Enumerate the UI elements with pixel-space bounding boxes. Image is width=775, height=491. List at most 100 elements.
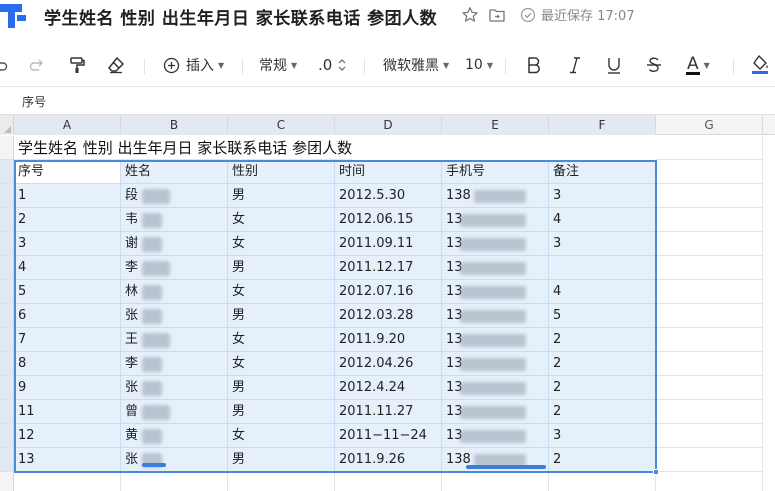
grid-cell[interactable] — [656, 352, 763, 376]
table-cell[interactable]: 男 — [228, 184, 335, 208]
table-cell[interactable]: 女 — [228, 328, 335, 352]
move-to-folder-icon[interactable] — [488, 6, 506, 24]
column-header-a[interactable]: A — [14, 115, 121, 135]
grid-cell[interactable] — [656, 280, 763, 304]
table-cell[interactable]: 女 — [228, 208, 335, 232]
row-header[interactable] — [0, 136, 14, 160]
header-cell[interactable]: 时间 — [335, 160, 442, 184]
table-cell[interactable]: 黄 — [121, 424, 228, 448]
row-header[interactable] — [0, 424, 14, 448]
table-cell[interactable]: 张 — [121, 376, 228, 400]
grid-cell[interactable] — [442, 472, 549, 491]
table-cell[interactable]: 男 — [228, 256, 335, 280]
underline-button[interactable] — [606, 50, 622, 80]
table-cell[interactable]: 2 — [549, 352, 656, 376]
table-cell[interactable]: 2011.11.27 — [335, 400, 442, 424]
grid-cell[interactable] — [656, 376, 763, 400]
row-header[interactable] — [0, 208, 14, 232]
font-size-dropdown[interactable]: 10 ▼ — [465, 50, 493, 80]
header-cell[interactable]: 姓名 — [121, 160, 228, 184]
header-cell[interactable]: 手机号 — [442, 160, 549, 184]
table-cell[interactable]: 2011.09.11 — [335, 232, 442, 256]
table-cell[interactable]: 2012.06.15 — [335, 208, 442, 232]
table-cell[interactable]: 6 — [14, 304, 121, 328]
table-cell[interactable]: 4 — [549, 280, 656, 304]
number-format-dropdown[interactable]: 常规 ▼ — [259, 50, 297, 80]
font-family-dropdown[interactable]: 微软雅黑 ▼ — [383, 50, 449, 80]
column-header-e[interactable]: E — [442, 115, 549, 135]
spreadsheet-grid[interactable]: ABCDEFG 学生姓名 性别 出生年月日 家长联系电话 参团人数 序号 姓名 性别… — [0, 114, 775, 491]
table-cell[interactable]: 张 — [121, 304, 228, 328]
grid-cell[interactable] — [121, 472, 228, 491]
row-header[interactable] — [0, 328, 14, 352]
table-cell[interactable]: 2 — [549, 448, 656, 472]
table-cell[interactable]: 5 — [549, 304, 656, 328]
table-cell[interactable]: 2011.9.26 — [335, 448, 442, 472]
table-cell[interactable]: 段 — [121, 184, 228, 208]
grid-cell[interactable] — [656, 256, 763, 280]
table-cell[interactable]: 1 — [14, 184, 121, 208]
table-cell[interactable]: 2011.12.17 — [335, 256, 442, 280]
grid-cell[interactable] — [14, 472, 121, 491]
table-cell[interactable]: 4 — [549, 208, 656, 232]
table-cell[interactable]: 5 — [14, 280, 121, 304]
fill-handle[interactable] — [653, 469, 659, 475]
app-logo-icon[interactable] — [0, 0, 30, 30]
table-cell[interactable]: 男 — [228, 400, 335, 424]
table-cell[interactable]: 2012.03.28 — [335, 304, 442, 328]
table-cell[interactable]: 韦 — [121, 208, 228, 232]
decimal-places-stepper[interactable]: .0 — [318, 50, 346, 80]
italic-button[interactable] — [567, 50, 583, 80]
table-cell[interactable]: 2011.9.20 — [335, 328, 442, 352]
row-header[interactable] — [0, 448, 14, 472]
table-cell[interactable]: 男 — [228, 376, 335, 400]
table-cell[interactable]: 女 — [228, 352, 335, 376]
column-header-g[interactable]: G — [656, 115, 763, 135]
undo-button[interactable] — [0, 50, 8, 80]
grid-cell[interactable] — [656, 328, 763, 352]
table-cell[interactable]: 李 — [121, 352, 228, 376]
grid-cell[interactable] — [656, 304, 763, 328]
grid-cell[interactable] — [656, 232, 763, 256]
bold-button[interactable] — [526, 50, 542, 80]
table-cell[interactable]: 张 — [121, 448, 228, 472]
table-cell[interactable]: 2 — [14, 208, 121, 232]
grid-cell[interactable] — [549, 472, 656, 491]
header-cell[interactable]: 性别 — [228, 160, 335, 184]
select-all-corner[interactable] — [0, 115, 14, 135]
insert-button[interactable]: 插入 ▼ — [163, 50, 224, 80]
table-cell[interactable]: 3 — [14, 232, 121, 256]
table-cell[interactable]: 4 — [14, 256, 121, 280]
grid-cell[interactable] — [656, 400, 763, 424]
table-cell[interactable]: 2 — [549, 328, 656, 352]
table-cell[interactable]: 女 — [228, 280, 335, 304]
table-cell[interactable]: 2 — [549, 400, 656, 424]
table-cell[interactable]: 8 — [14, 352, 121, 376]
row-header[interactable] — [0, 256, 14, 280]
table-cell[interactable]: 2 — [549, 376, 656, 400]
header-cell[interactable]: 备注 — [549, 160, 656, 184]
row-header[interactable] — [0, 280, 14, 304]
grid-cell[interactable] — [656, 472, 763, 491]
grid-cell[interactable] — [335, 472, 442, 491]
table-cell[interactable]: 2011−11−24 — [335, 424, 442, 448]
table-cell[interactable]: 男 — [228, 448, 335, 472]
table-cell[interactable]: 李 — [121, 256, 228, 280]
table-cell[interactable]: 2012.04.26 — [335, 352, 442, 376]
format-painter-button[interactable] — [68, 50, 86, 80]
table-cell[interactable]: 9 — [14, 376, 121, 400]
column-header-c[interactable]: C — [228, 115, 335, 135]
row-header[interactable] — [0, 304, 14, 328]
row-header[interactable] — [0, 160, 14, 184]
star-icon[interactable] — [461, 6, 479, 24]
row-header[interactable] — [0, 232, 14, 256]
font-color-button[interactable]: A ▼ — [686, 50, 710, 80]
strikethrough-button[interactable] — [646, 50, 662, 80]
table-cell[interactable]: 女 — [228, 232, 335, 256]
table-cell[interactable]: 女 — [228, 424, 335, 448]
grid-cell[interactable] — [656, 208, 763, 232]
table-cell[interactable]: 3 — [549, 184, 656, 208]
grid-cell[interactable] — [656, 160, 763, 184]
document-title[interactable]: 学生姓名 性别 出生年月日 家长联系电话 参团人数 — [44, 4, 437, 29]
table-cell[interactable]: 王 — [121, 328, 228, 352]
